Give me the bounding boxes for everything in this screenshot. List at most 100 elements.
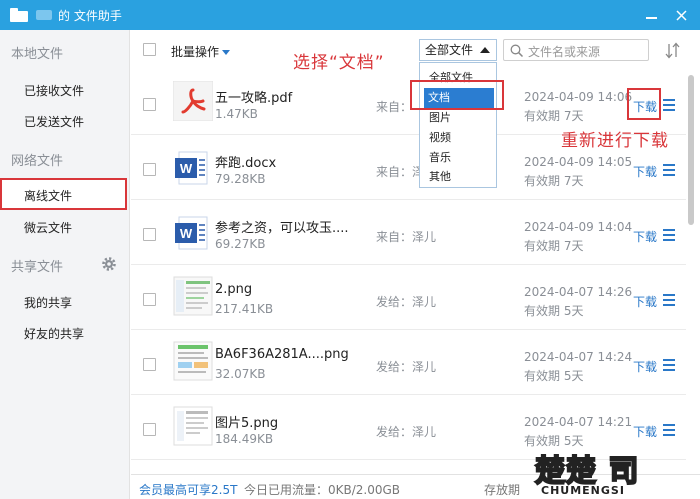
minimize-icon: [645, 17, 657, 19]
file-type-filter-value: 全部文件: [425, 43, 474, 57]
download-button[interactable]: 下载: [633, 228, 657, 245]
image-thumbnail: [173, 276, 213, 316]
file-date: 2024-04-09 14:05: [524, 155, 633, 169]
file-size: 1.47KB: [215, 107, 258, 121]
batch-operations-label: 批量操作: [171, 45, 220, 59]
more-menu-icon[interactable]: [663, 229, 675, 241]
folder-icon: [10, 8, 28, 22]
sidebar-group-network: 网络文件: [11, 154, 64, 169]
batch-operations-button[interactable]: 批量操作: [171, 43, 231, 60]
file-size: 32.07KB: [215, 367, 266, 381]
file-expiry: 有效期 5天: [524, 369, 584, 383]
close-icon: [675, 9, 687, 21]
pdf-file-icon: [173, 81, 213, 121]
file-name: 2.png: [215, 282, 253, 297]
file-source: 来自：泽儿: [376, 230, 437, 244]
file-source: 来自：: [376, 100, 413, 114]
file-name: 参考之资，可以攻玉....: [215, 221, 349, 236]
file-type-filter[interactable]: 全部文件: [419, 39, 497, 61]
file-size: 217.41KB: [215, 302, 274, 316]
row-checkbox[interactable]: [143, 423, 156, 436]
storage-period: 存放期: [484, 483, 521, 497]
sidebar-item-weiyun[interactable]: 微云文件: [24, 219, 72, 236]
sidebar-item-sent[interactable]: 已发送文件: [24, 113, 84, 130]
file-date: 2024-04-09 14:06: [524, 90, 633, 104]
file-source: 发给：泽儿: [376, 360, 437, 374]
file-name: BA6F36A281A....png: [215, 347, 349, 362]
row-checkbox[interactable]: [143, 293, 156, 306]
word-file-icon: W: [175, 216, 208, 250]
close-button[interactable]: [670, 6, 692, 24]
caret-down-icon: [222, 50, 231, 55]
sidebar-item-offline[interactable]: 离线文件: [24, 187, 72, 204]
sidebar-item-my-share[interactable]: 我的共享: [24, 294, 72, 311]
word-file-icon: W: [175, 151, 208, 185]
annotation-highlight-document: [410, 80, 504, 110]
search-placeholder: 文件名或来源: [528, 45, 601, 59]
more-menu-icon[interactable]: [663, 359, 675, 371]
row-checkbox[interactable]: [143, 163, 156, 176]
file-date: 2024-04-07 14:21: [524, 415, 633, 429]
file-source: 发给：泽儿: [376, 295, 437, 309]
vip-link[interactable]: 会员最高可享2.5T: [139, 481, 237, 498]
gear-icon[interactable]: [101, 256, 117, 272]
file-date: 2024-04-07 14:26: [524, 285, 633, 299]
file-row[interactable]: W 参考之资，可以攻玉.... 69.27KB 来自：泽儿 2024-04-09…: [131, 200, 686, 265]
file-row[interactable]: BA6F36A281A....png 32.07KB 发给：泽儿 2024-04…: [131, 330, 686, 395]
file-date: 2024-04-09 14:04: [524, 220, 633, 234]
file-size: 69.27KB: [215, 237, 266, 251]
download-button[interactable]: 下载: [633, 293, 657, 310]
search-input[interactable]: 文件名或来源: [503, 39, 649, 61]
file-name: 五一攻略.pdf: [215, 91, 293, 106]
annotation-highlight-download: [627, 88, 661, 120]
sidebar-item-friend-share[interactable]: 好友的共享: [24, 325, 84, 342]
file-source: 发给：泽儿: [376, 425, 437, 439]
svg-text:W: W: [180, 161, 193, 176]
dropdown-option-music[interactable]: 音乐: [429, 149, 451, 165]
watermark-subtext: CHUMENGSI: [541, 484, 625, 497]
toolbar: 批量操作 选择“文档” 全部文件 文件名或来源: [131, 30, 700, 73]
download-button[interactable]: 下载: [633, 358, 657, 375]
more-menu-icon[interactable]: [663, 164, 675, 176]
minimize-button[interactable]: [640, 6, 662, 24]
watermark-logo: 楚楚 司 CHUMENGSI: [534, 446, 695, 498]
more-menu-icon[interactable]: [663, 99, 675, 111]
image-thumbnail: [173, 406, 213, 446]
traffic-usage: 今日已用流量：0KB/2.00GB: [244, 483, 401, 497]
row-checkbox[interactable]: [143, 98, 156, 111]
annotation-retry-download: 重新进行下载: [561, 131, 669, 151]
search-icon: [510, 44, 524, 58]
file-name: 奔跑.docx: [215, 156, 277, 171]
sidebar-group-local: 本地文件: [11, 47, 64, 62]
file-source: 来自：泽: [376, 165, 425, 179]
file-expiry: 有效期 7天: [524, 174, 584, 188]
sidebar-group-shared: 共享文件: [11, 260, 64, 275]
download-button[interactable]: 下载: [633, 163, 657, 180]
svg-text:W: W: [180, 226, 193, 241]
sort-icon[interactable]: [664, 42, 684, 60]
file-assistant-window: 的 文件助手 本地文件 已接收文件 已发送文件 网络文件 离线文件 微云文件 共…: [0, 0, 700, 499]
image-thumbnail: [173, 341, 213, 381]
dropdown-option-video[interactable]: 视频: [429, 129, 451, 145]
dropdown-option-image[interactable]: 图片: [429, 109, 451, 125]
file-name: 图片5.png: [215, 416, 279, 431]
list-scrollbar[interactable]: [688, 75, 694, 225]
sidebar: 本地文件 已接收文件 已发送文件 网络文件 离线文件 微云文件 共享文件 我的共…: [0, 30, 130, 499]
window-title: 的 文件助手: [58, 8, 122, 23]
sidebar-item-received[interactable]: 已接收文件: [24, 82, 84, 99]
file-row[interactable]: 2.png 217.41KB 发给：泽儿 2024-04-07 14:26 有效…: [131, 265, 686, 330]
dropdown-option-other[interactable]: 其他: [429, 168, 451, 184]
file-expiry: 有效期 7天: [524, 239, 584, 253]
file-size: 79.28KB: [215, 172, 266, 186]
file-expiry: 有效期 5天: [524, 304, 584, 318]
select-all-checkbox[interactable]: [143, 43, 156, 56]
row-checkbox[interactable]: [143, 358, 156, 371]
more-menu-icon[interactable]: [663, 424, 675, 436]
avatar: [36, 10, 52, 20]
caret-up-icon: [480, 47, 490, 53]
more-menu-icon[interactable]: [663, 294, 675, 306]
file-size: 184.49KB: [215, 432, 274, 446]
row-checkbox[interactable]: [143, 228, 156, 241]
download-button[interactable]: 下载: [633, 423, 657, 440]
file-expiry: 有效期 7天: [524, 109, 584, 123]
